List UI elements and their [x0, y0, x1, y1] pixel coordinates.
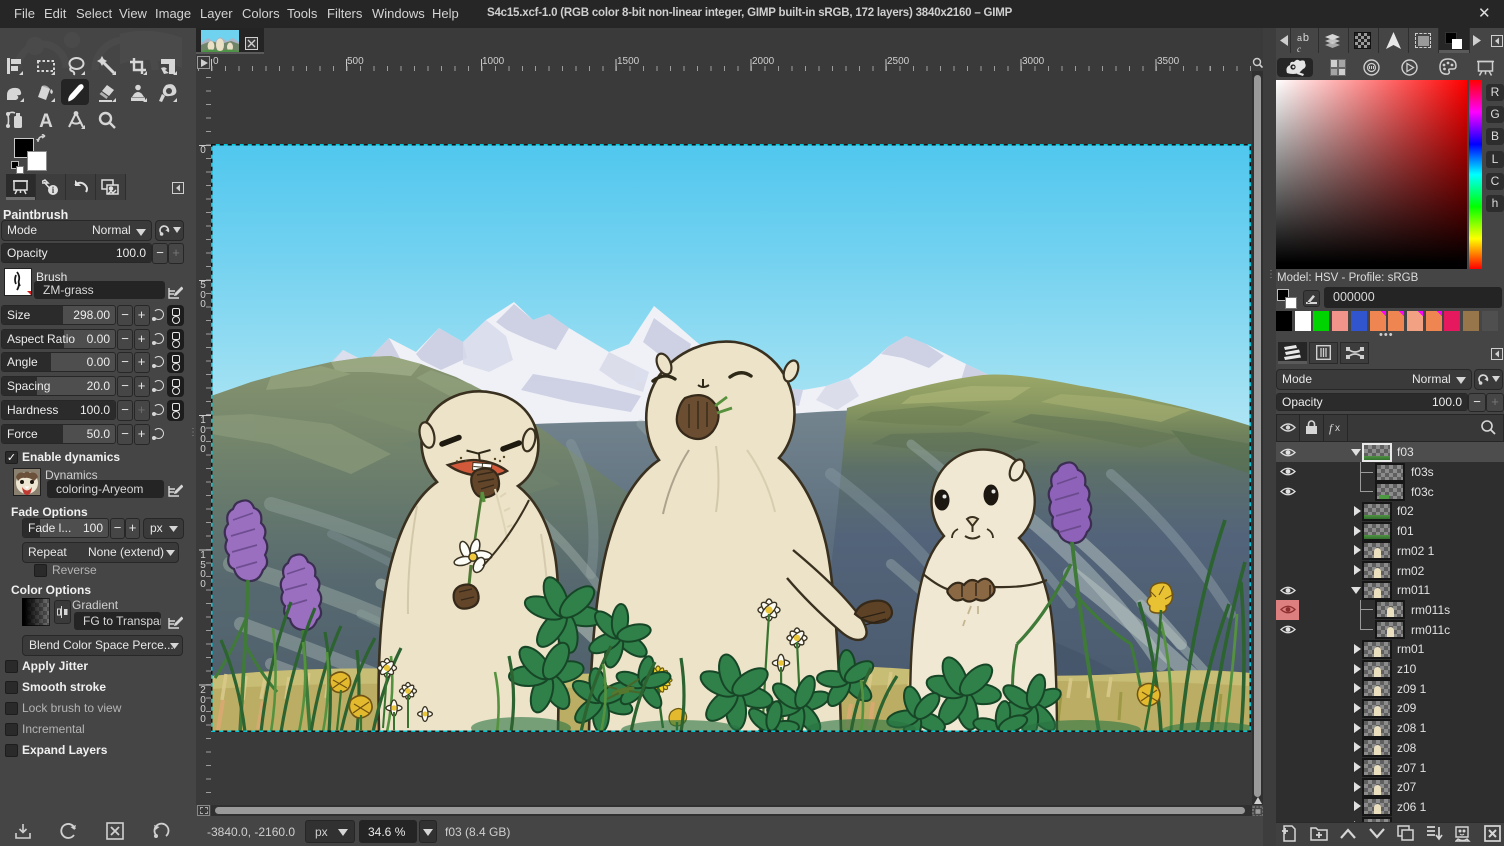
svg-text:A: A [39, 111, 53, 130]
